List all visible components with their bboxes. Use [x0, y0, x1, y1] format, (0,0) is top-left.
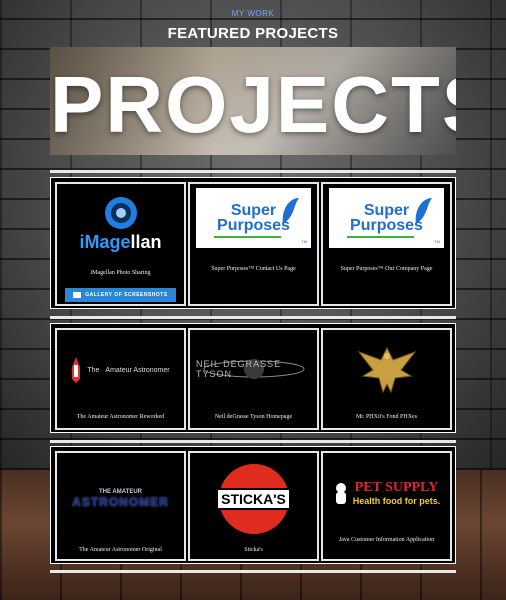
pet-silhouette-icon: [335, 483, 346, 504]
camera-aperture-icon: [104, 196, 137, 229]
astronomer-logo-text: Amateur Astronomer: [105, 366, 170, 374]
project-caption: Java Customer Information Application: [338, 537, 435, 543]
tyson-logo-text: NEIL DEGRASSE TYSON: [196, 359, 282, 379]
banner-text: PROJECTS: [50, 60, 456, 149]
project-card-imagellan[interactable]: iMagellan iMagellan Photo Sharing GALLER…: [55, 182, 186, 306]
swoosh-icon: [415, 198, 432, 224]
project-caption: The Amateur Astronomer Reworked: [76, 414, 165, 420]
project-card-neil-degrasse-tyson[interactable]: NEIL DEGRASSE TYSON Neil deGrasse Tyson …: [188, 328, 319, 430]
gallery-of-screenshots-button[interactable]: GALLERY OF SCREENSHOTS: [65, 288, 176, 302]
divider: [50, 170, 456, 173]
project-card-amateur-astronomer-original[interactable]: THE AMATEUR ASTRONOMER The Amateur Astro…: [55, 451, 186, 561]
project-row-1: iMagellan iMagellan Photo Sharing GALLER…: [50, 177, 456, 309]
astronomer-original-text: ASTRONOMER: [72, 495, 169, 509]
project-caption: Mr. PHXit's Fond PHXes: [355, 414, 418, 420]
swoosh-icon: [282, 198, 299, 224]
project-caption: Super Purposes™ Our Company Page: [340, 266, 433, 272]
project-card-java-customer-info[interactable]: PET SUPPLY Health food for pets. Java Cu…: [321, 451, 452, 561]
trademark-mark: TM: [434, 239, 440, 244]
divider: [50, 440, 456, 443]
trademark-mark: TM: [301, 239, 307, 244]
divider: [50, 570, 456, 573]
logo-underline: [214, 236, 281, 238]
imagellan-logo-text: iMagellan: [79, 231, 162, 252]
project-caption: Super Purposes™ Contact Us Page: [211, 266, 296, 272]
projects-banner: PROJECTS: [50, 47, 456, 155]
project-card-amateur-astronomer-reworked[interactable]: The Amateur Astronomer The Amateur Astro…: [55, 328, 186, 430]
project-card-super-purposes-contact[interactable]: Super Purposes TM Super Purposes™ Contact…: [188, 182, 319, 306]
page-title: FEATURED PROJECTS: [167, 25, 339, 42]
amateur-astronomer-logo: The Amateur Astronomer: [63, 350, 178, 390]
stickas-logo: STICKA'S: [196, 457, 311, 541]
section-kicker: MY WORK: [231, 9, 275, 18]
phoenix-icon: [357, 346, 416, 394]
pet-supply-tagline: Health food for pets.: [352, 496, 441, 506]
project-row-2: The Amateur Astronomer The Amateur Astro…: [50, 323, 456, 433]
stickas-logo-text: STICKA'S: [216, 488, 291, 510]
project-caption: iMagellan Photo Sharing: [90, 270, 151, 276]
gallery-button-label: GALLERY OF SCREENSHOTS: [85, 292, 168, 298]
divider: [50, 316, 456, 319]
project-row-3: THE AMATEUR ASTRONOMER The Amateur Astro…: [50, 446, 456, 564]
super-purposes-logo: Super Purposes TM: [329, 188, 444, 248]
super-purposes-logo: Super Purposes TM: [196, 188, 311, 248]
amateur-astronomer-original-logo: THE AMATEUR ASTRONOMER: [63, 479, 178, 519]
pet-supply-title: PET SUPPLY: [354, 480, 439, 495]
image-icon: [73, 292, 82, 298]
project-caption: Sticka's: [244, 547, 263, 553]
rocket-icon: [72, 357, 81, 383]
project-card-super-purposes-company[interactable]: Super Purposes TM Super Purposes™ Our Com…: [321, 182, 452, 306]
logo-underline: [347, 236, 414, 238]
project-card-phxit[interactable]: Mr. PHXit's Fond PHXes: [321, 328, 452, 430]
project-caption: Neil deGrasse Tyson Homepage: [214, 414, 293, 420]
astronomer-logo-small: The: [87, 366, 100, 374]
pet-supply-logo: PET SUPPLY Health food for pets.: [329, 473, 444, 513]
project-caption: The Amateur Astronomer Original: [79, 547, 162, 553]
imagellan-logo: iMagellan: [63, 194, 178, 254]
phoenix-logo: [329, 340, 444, 400]
tyson-logo: NEIL DEGRASSE TYSON: [196, 344, 311, 394]
stickas-badge: STICKA'S: [216, 464, 291, 534]
project-card-stickas[interactable]: STICKA'S Sticka's: [188, 451, 319, 561]
